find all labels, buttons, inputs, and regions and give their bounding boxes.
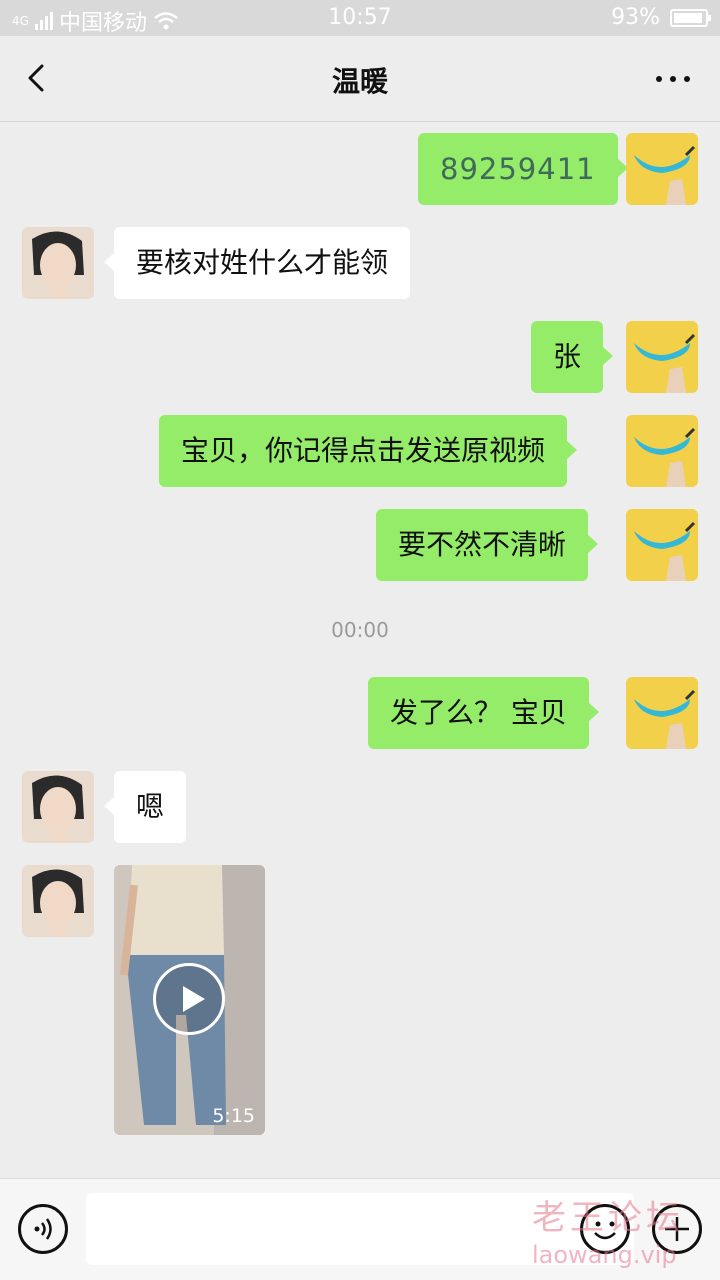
message-bubble-outgoing[interactable]: 张 (531, 321, 614, 393)
contact-avatar[interactable] (22, 771, 94, 843)
banana-icon (634, 427, 696, 487)
banana-icon (634, 145, 696, 205)
my-avatar[interactable] (626, 415, 698, 487)
contact-avatar[interactable] (22, 227, 94, 299)
message-bubble-outgoing[interactable]: 宝贝，你记得点击发送原视频 (159, 415, 578, 487)
battery-group: 93% (611, 5, 711, 30)
message-timestamp: 00:00 (331, 618, 389, 642)
message-bubble-incoming[interactable]: 要核对姓什么才能领 (103, 227, 411, 299)
my-avatar[interactable] (626, 677, 698, 749)
watermark-url: laowang.vip (532, 1241, 677, 1269)
message-bubble-outgoing[interactable]: 发了么？ 宝贝 (368, 677, 599, 749)
chat-header: 温暖 (0, 36, 720, 122)
play-icon[interactable] (153, 963, 225, 1035)
banana-icon (634, 333, 696, 393)
contact-photo (32, 775, 84, 843)
chat-title: 温暖 (331, 65, 388, 98)
my-avatar[interactable] (626, 321, 698, 393)
more-options-icon[interactable] (656, 76, 690, 82)
video-duration: 5:15 (212, 1105, 255, 1127)
banana-icon (634, 689, 696, 749)
contact-photo (32, 231, 84, 299)
message-bubble-incoming[interactable]: 嗯 (103, 771, 187, 843)
voice-input-icon[interactable] (18, 1204, 68, 1254)
contact-photo (32, 869, 84, 937)
watermark-text: 老王论坛 (532, 1198, 684, 1238)
message-bubble-outgoing[interactable]: 89259411 (418, 133, 628, 205)
video-message[interactable]: 5:15 (114, 865, 265, 1135)
battery-percent: 93% (611, 5, 660, 30)
contact-avatar[interactable] (22, 865, 94, 937)
banana-icon (634, 521, 696, 581)
battery-icon (670, 8, 711, 27)
forum-watermark: 老王论坛 laowang.vip (532, 1190, 712, 1269)
message-bubble-outgoing[interactable]: 要不然不清晰 (376, 509, 599, 581)
status-bar: 4G 中国移动 10:57 93% (0, 0, 720, 36)
my-avatar[interactable] (626, 509, 698, 581)
my-avatar[interactable] (626, 133, 698, 205)
